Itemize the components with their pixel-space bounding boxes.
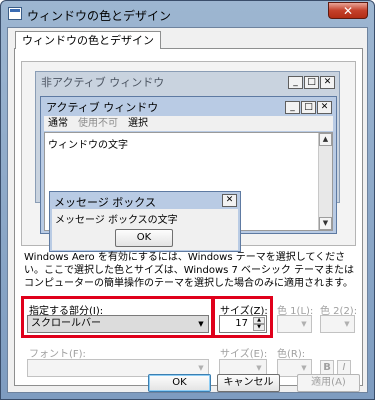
close-icon: ✕ (317, 101, 332, 114)
item-select[interactable]: スクロールバー ▼ (27, 315, 209, 333)
cancel-button[interactable]: キャンセル (217, 374, 280, 392)
active-window-title: アクティブ ウィンドウ (46, 101, 159, 114)
font-color-label: 色(R): (277, 349, 306, 360)
message-box-preview[interactable]: メッセージ ボックス ✕ メッセージ ボックスの文字 OK (49, 191, 241, 252)
dialog-window: ウィンドウの色とデザイン ✕ ウィンドウの色とデザイン 非アクティブ ウィンドウ… (0, 0, 375, 400)
ok-button[interactable]: OK (148, 374, 211, 392)
font-size-label: サイズ(E): (220, 349, 268, 360)
maximize-icon: □ (301, 101, 316, 114)
size-value: 17 (235, 318, 248, 329)
color1-select[interactable]: ▼ (277, 315, 312, 333)
window-icon (8, 7, 22, 20)
size-stepper[interactable]: 17 ▲ ▼ (219, 315, 267, 333)
menu-normal[interactable]: 通常 (48, 116, 68, 131)
description-text: Windows Aero を有効にするには、Windows テーマを選択してくだ… (24, 252, 355, 289)
inactive-window-title: 非アクティブ ウィンドウ (41, 76, 165, 89)
tab-window-color[interactable]: ウィンドウの色とデザイン (15, 31, 161, 49)
spin-down-icon[interactable]: ▼ (253, 324, 265, 331)
message-box-title: メッセージ ボックス (54, 196, 156, 209)
message-box-ok-button[interactable]: OK (115, 229, 173, 247)
minimize-icon: _ (288, 76, 303, 89)
close-icon: ✕ (222, 194, 237, 207)
apply-button[interactable]: 適用(A) (297, 374, 360, 392)
chevron-down-icon: ▼ (198, 320, 204, 328)
minimize-icon: _ (285, 101, 300, 114)
close-icon: ✕ (320, 76, 335, 89)
preview-menu-bar: 通常 使用不可 選択 (44, 116, 333, 131)
window-text: ウィンドウの文字 (48, 140, 128, 151)
chevron-down-icon: ▼ (301, 320, 307, 328)
spin-up-icon[interactable]: ▲ (253, 317, 265, 324)
scroll-down-icon: ▼ (319, 217, 332, 230)
chevron-down-icon: ▼ (344, 320, 350, 328)
item-select-value: スクロールバー (31, 318, 101, 329)
font-label: フォント(F): (29, 349, 86, 360)
message-box-text: メッセージ ボックスの文字 (55, 215, 178, 226)
menu-selected[interactable]: 選択 (128, 116, 148, 131)
color2-select[interactable]: ▼ (320, 315, 355, 333)
close-button[interactable]: ✕ (328, 2, 368, 19)
preview-scrollbar[interactable]: ▲ ▼ (318, 133, 332, 230)
tab-panel: 非アクティブ ウィンドウ _ □ ✕ アクティブ ウィンドウ _ □ ✕ 通常 … (14, 48, 363, 386)
maximize-icon: □ (304, 76, 319, 89)
menu-disabled[interactable]: 使用不可 (78, 116, 118, 131)
client-area: ウィンドウの色とデザイン 非アクティブ ウィンドウ _ □ ✕ アクティブ ウィ… (7, 27, 368, 393)
title-bar[interactable]: ウィンドウの色とデザイン ✕ (1, 1, 374, 27)
window-title: ウィンドウの色とデザイン (27, 9, 172, 23)
scroll-up-icon: ▲ (319, 133, 332, 146)
preview-area[interactable]: 非アクティブ ウィンドウ _ □ ✕ アクティブ ウィンドウ _ □ ✕ 通常 … (21, 61, 356, 252)
